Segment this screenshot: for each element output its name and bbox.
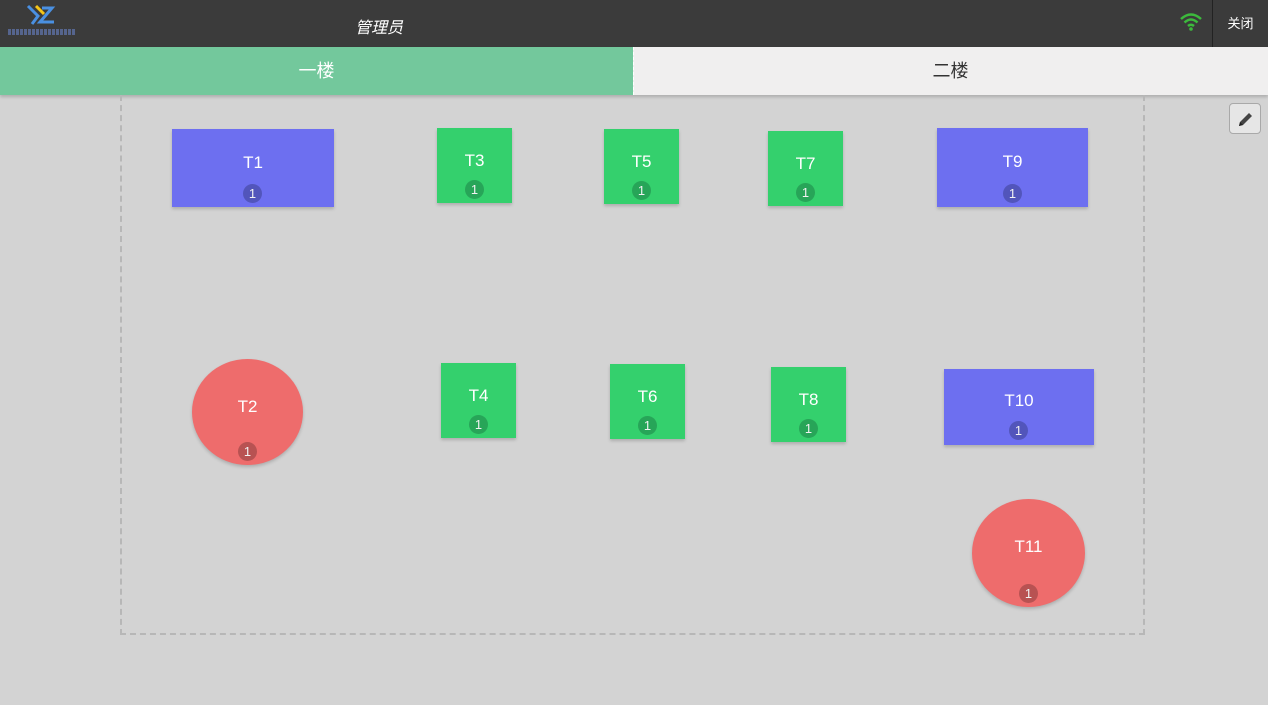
guest-count-badge: 1 (243, 184, 262, 203)
close-button[interactable]: 关闭 (1213, 0, 1268, 47)
table-t10[interactable]: T10 1 (944, 369, 1094, 445)
company-logo (8, 4, 76, 36)
table-name: T9 (1002, 152, 1023, 171)
logo-mark (26, 4, 56, 25)
guest-count-badge: 1 (469, 415, 488, 434)
guest-count-badge: 1 (238, 442, 257, 461)
table-name: T10 (1004, 391, 1034, 410)
table-t4[interactable]: T4 1 (441, 363, 516, 438)
guest-count-badge: 1 (1009, 421, 1028, 440)
table-name: T8 (798, 390, 819, 409)
logo-wordmark (8, 29, 76, 35)
edit-layout-button[interactable] (1229, 103, 1261, 134)
table-t7[interactable]: T7 1 (768, 131, 843, 206)
table-name: T11 (1014, 537, 1043, 556)
pencil-icon (1239, 113, 1252, 126)
guest-count-badge: 1 (465, 180, 484, 199)
table-name: T5 (631, 152, 652, 171)
table-t11[interactable]: T11 1 (972, 499, 1085, 607)
top-bar: 管理员 关闭 (0, 0, 1268, 47)
table-t2[interactable]: T2 1 (192, 359, 303, 465)
guest-count-badge: 1 (638, 416, 657, 435)
table-t9[interactable]: T9 1 (937, 128, 1088, 207)
table-name: T6 (637, 387, 658, 406)
table-t8[interactable]: T8 1 (771, 367, 846, 442)
table-t3[interactable]: T3 1 (437, 128, 512, 203)
table-name: T4 (468, 386, 489, 405)
guest-count-badge: 1 (1003, 184, 1022, 203)
table-name: T7 (795, 154, 816, 173)
table-t1[interactable]: T1 1 (172, 129, 334, 207)
guest-count-badge: 1 (632, 181, 651, 200)
floor-tabs: 一楼 二楼 (0, 47, 1268, 95)
tab-floor-1[interactable]: 一楼 (0, 47, 633, 95)
guest-count-badge: 1 (796, 183, 815, 202)
user-role-title: 管理员 (355, 20, 404, 37)
guest-count-badge: 1 (1019, 584, 1038, 603)
tab-floor-2[interactable]: 二楼 (633, 47, 1268, 95)
wifi-icon (1180, 13, 1202, 31)
table-name: T3 (464, 151, 485, 170)
table-t6[interactable]: T6 1 (610, 364, 685, 439)
table-name: T2 (237, 397, 258, 416)
table-t5[interactable]: T5 1 (604, 129, 679, 204)
guest-count-badge: 1 (799, 419, 818, 438)
table-name: T1 (243, 153, 263, 172)
tab-separator (633, 47, 635, 95)
